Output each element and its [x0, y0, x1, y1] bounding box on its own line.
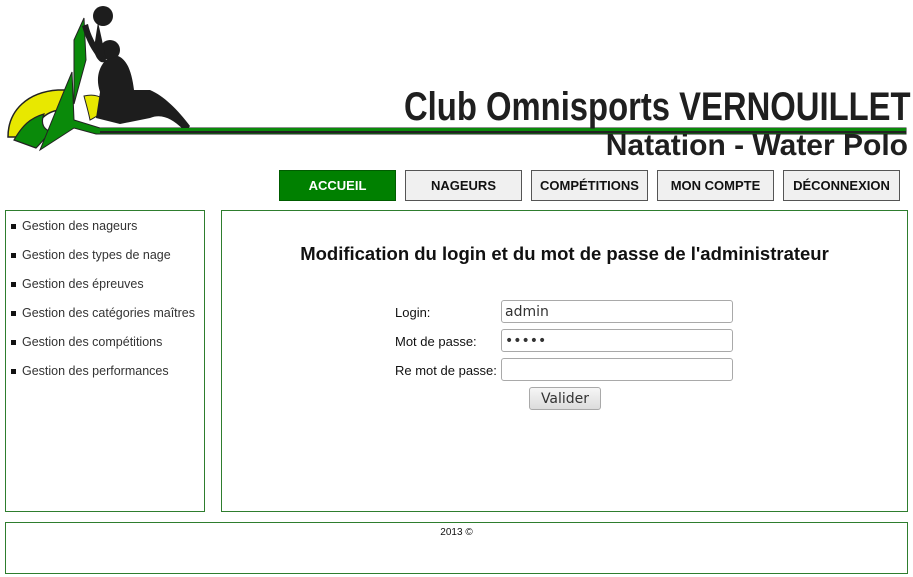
- page-title: Modification du login et du mot de passe…: [300, 243, 829, 264]
- nav-competitions-button[interactable]: COMPÉTITIONS: [531, 170, 648, 201]
- repassword-input[interactable]: [501, 358, 733, 381]
- sidebar-item-types-de-nage[interactable]: Gestion des types de nage: [11, 245, 206, 265]
- nav-nageurs-button[interactable]: NAGEURS: [405, 170, 522, 201]
- footer-copyright: 2013 ©: [440, 527, 473, 538]
- sidebar-item-nageurs[interactable]: Gestion des nageurs: [11, 216, 206, 236]
- sidebar-item-epreuves[interactable]: Gestion des épreuves: [11, 274, 206, 294]
- password-input[interactable]: [501, 329, 733, 352]
- bullet-icon: [11, 310, 16, 316]
- password-label: Mot de passe:: [395, 333, 477, 349]
- bullet-icon: [11, 368, 16, 374]
- footer: 2013 ©: [5, 522, 908, 574]
- sidebar-item-label: Gestion des catégories maîtres: [22, 306, 195, 320]
- sidebar-item-performances[interactable]: Gestion des performances: [11, 361, 206, 381]
- nav-accueil-button[interactable]: ACCUEIL: [279, 170, 396, 201]
- login-input[interactable]: [501, 300, 733, 323]
- sidebar: Gestion des nageurs Gestion des types de…: [5, 210, 205, 512]
- repassword-label: Re mot de passe:: [395, 362, 497, 378]
- login-label: Login:: [395, 304, 431, 320]
- bullet-icon: [11, 252, 16, 258]
- main-panel: Modification du login et du mot de passe…: [221, 210, 908, 512]
- sidebar-item-competitions[interactable]: Gestion des compétitions: [11, 332, 206, 352]
- sidebar-item-label: Gestion des types de nage: [22, 248, 171, 262]
- bullet-icon: [11, 281, 16, 287]
- header-banner: Club Omnisports VERNOUILLET Natation - W…: [0, 0, 913, 165]
- sidebar-item-label: Gestion des compétitions: [22, 335, 163, 349]
- bullet-icon: [11, 223, 16, 229]
- nav-deconnexion-button[interactable]: DÉCONNEXION: [783, 170, 900, 201]
- sidebar-item-label: Gestion des performances: [22, 364, 169, 378]
- sidebar-item-label: Gestion des nageurs: [22, 219, 138, 233]
- bullet-icon: [11, 339, 16, 345]
- sidebar-item-categories-maitres[interactable]: Gestion des catégories maîtres: [11, 303, 206, 323]
- club-subtitle: Natation - Water Polo: [605, 129, 908, 162]
- sidebar-item-label: Gestion des épreuves: [22, 277, 144, 291]
- validate-button[interactable]: Valider: [529, 387, 601, 410]
- club-name: Club Omnisports VERNOUILLET: [404, 85, 911, 129]
- nav-mon-compte-button[interactable]: MON COMPTE: [657, 170, 774, 201]
